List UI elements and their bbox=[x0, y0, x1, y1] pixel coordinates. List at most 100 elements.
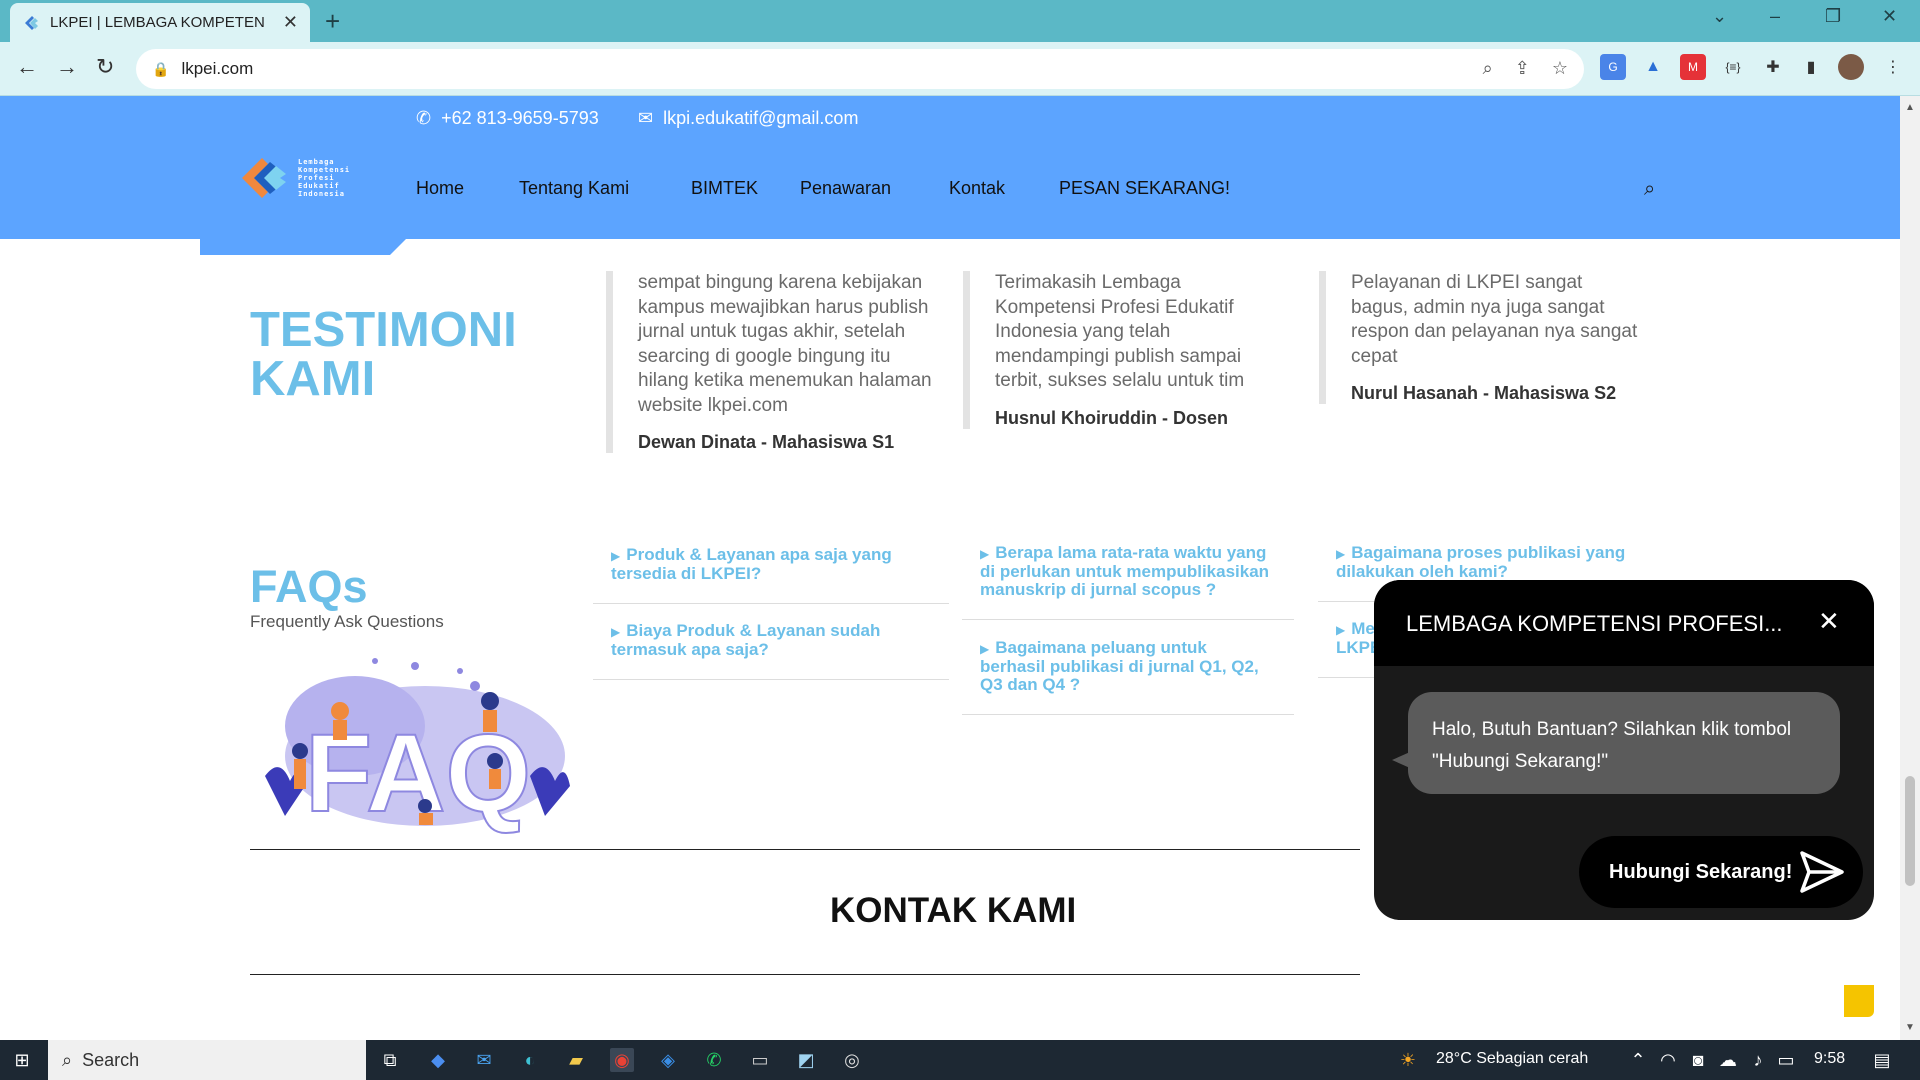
forward-arrow-icon[interactable]: → bbox=[56, 54, 78, 80]
chat-close-icon[interactable]: ✕ bbox=[1818, 606, 1840, 637]
share-icon[interactable]: ⇪ bbox=[1515, 58, 1530, 79]
faq-question[interactable]: ▶ Produk & Layanan apa saja yang tersedia… bbox=[593, 546, 949, 604]
profile-avatar[interactable] bbox=[1838, 54, 1864, 80]
scroll-up-icon[interactable]: ▲ bbox=[1905, 102, 1915, 113]
chat-accent-corner bbox=[1844, 985, 1874, 1017]
scroll-down-icon[interactable]: ▼ bbox=[1905, 1022, 1915, 1033]
whatsapp-icon[interactable]: ✆ bbox=[702, 1048, 726, 1072]
graduation-extension-icon[interactable]: ▲ bbox=[1640, 54, 1666, 80]
outlook-icon[interactable]: ◈ bbox=[656, 1048, 680, 1072]
faq-subtitle: Frequently Ask Questions bbox=[250, 612, 444, 631]
edge-icon[interactable]: ◐ bbox=[518, 1048, 542, 1072]
network-icon[interactable]: ◠ bbox=[1656, 1048, 1680, 1072]
tab-close-icon[interactable]: ✕ bbox=[283, 12, 298, 33]
json-extension-icon[interactable]: {≡} bbox=[1720, 54, 1746, 80]
email-contact[interactable]: ✉ lkpi.edukatif@gmail.com bbox=[638, 108, 858, 129]
hubungi-sekarang-button[interactable]: Hubungi Sekarang! bbox=[1579, 836, 1863, 908]
caret-right-icon: ▶ bbox=[1336, 623, 1346, 637]
browser-tab[interactable]: LKPEI | LEMBAGA KOMPETENSI P ✕ bbox=[10, 3, 310, 42]
nav-kontak[interactable]: Kontak bbox=[949, 178, 1005, 199]
reload-icon[interactable]: ↻ bbox=[96, 54, 114, 80]
search-icon: ⌕ bbox=[62, 1049, 73, 1070]
bookmark-star-icon[interactable]: ☆ bbox=[1552, 58, 1568, 79]
testimonial-card: Terimakasih Lembaga Kompetensi Profesi E… bbox=[963, 271, 1273, 429]
app-icon[interactable]: ◩ bbox=[794, 1048, 818, 1072]
faq-question[interactable]: ▶ Bagaimana peluang untuk berhasil publik… bbox=[962, 639, 1294, 715]
email-address: lkpi.edukatif@gmail.com bbox=[663, 108, 859, 128]
red-extension-icon[interactable]: M bbox=[1680, 54, 1706, 80]
restore-icon[interactable]: ❐ bbox=[1825, 6, 1841, 27]
nav-tentang-kami[interactable]: Tentang Kami bbox=[519, 178, 629, 199]
nav-penawaran[interactable]: Penawaran bbox=[800, 178, 891, 199]
faq-heading: FAQs bbox=[250, 561, 368, 612]
back-arrow-icon[interactable]: ← bbox=[16, 54, 38, 80]
browser-toolbar: ← → ↻ 🔒 lkpei.com ⌕ ⇪ ☆ G ▲ M {≡} ✚ ▮ ⋮ bbox=[0, 42, 1920, 96]
caret-right-icon: ▶ bbox=[980, 642, 990, 656]
terminal-icon[interactable]: ▭ bbox=[748, 1048, 772, 1072]
header-tab-tip bbox=[390, 239, 406, 255]
minimize-icon[interactable]: – bbox=[1770, 6, 1780, 27]
taskbar-search-label: Search bbox=[82, 1049, 140, 1070]
new-tab-button[interactable]: + bbox=[325, 6, 340, 37]
windows-taskbar: ⊞ ⌕ Search ⧉ ◆ ✉ ◐ ▰ ◉ ◈ ✆ ▭ ◩ ◎ ☀ 28°C … bbox=[0, 1040, 1920, 1080]
testimonial-author: Husnul Khoiruddin - Dosen bbox=[995, 407, 1228, 428]
faq-illustration: FAQ bbox=[265, 658, 570, 836]
tab-search-chevron-icon[interactable]: ⌄ bbox=[1712, 6, 1727, 27]
notification-icon[interactable]: ▤ bbox=[1870, 1048, 1894, 1072]
weather-text[interactable]: 28°C Sebagian cerah bbox=[1436, 1050, 1588, 1068]
testimonial-card: Pelayanan di LKPEI sangat bagus, admin n… bbox=[1319, 271, 1644, 404]
clock-time[interactable]: 9:58 bbox=[1814, 1050, 1845, 1068]
logo-text: Lembaga Kompetensi Profesi Edukatif Indo… bbox=[298, 158, 351, 198]
phone-number: +62 813-9659-5793 bbox=[441, 108, 599, 128]
testimonial-author: Dewan Dinata - Mahasiswa S1 bbox=[638, 432, 895, 452]
side-panel-icon[interactable]: ▮ bbox=[1798, 54, 1824, 80]
file-explorer-icon[interactable]: ▰ bbox=[564, 1048, 588, 1072]
weather-icon[interactable]: ☀ bbox=[1396, 1048, 1420, 1072]
url-text: lkpei.com bbox=[181, 59, 254, 78]
faq-question[interactable]: ▶ Biaya Produk & Layanan sudah termasuk a… bbox=[593, 622, 949, 680]
chrome-icon[interactable]: ◉ bbox=[610, 1048, 634, 1072]
testimonial-card: sempat bingung karena kebijakan kampus m… bbox=[606, 271, 936, 453]
chat-title: LEMBAGA KOMPETENSI PROFESI... bbox=[1406, 611, 1783, 636]
address-bar[interactable]: 🔒 lkpei.com ⌕ ⇪ ☆ bbox=[136, 49, 1584, 89]
window-close-icon[interactable]: ✕ bbox=[1882, 6, 1897, 27]
volume-icon[interactable]: ♪ bbox=[1746, 1048, 1770, 1072]
scroll-thumb[interactable] bbox=[1905, 776, 1915, 886]
send-icon bbox=[1800, 851, 1844, 893]
translate-extension-icon[interactable]: G bbox=[1600, 54, 1626, 80]
chat-message-bubble: Halo, Butuh Bantuan? Silahkan klik tombo… bbox=[1408, 692, 1840, 794]
battery-icon[interactable]: ▭ bbox=[1774, 1048, 1798, 1072]
dropbox-icon[interactable]: ◆ bbox=[426, 1048, 450, 1072]
nav-home[interactable]: Home bbox=[416, 178, 464, 199]
task-view-icon[interactable]: ⧉ bbox=[378, 1048, 402, 1072]
extensions-puzzle-icon[interactable]: ✚ bbox=[1760, 54, 1786, 80]
tab-title: LKPEI | LEMBAGA KOMPETENSI P bbox=[50, 14, 265, 31]
site-favicon-icon bbox=[25, 15, 38, 30]
nav-pesan-sekarang[interactable]: PESAN SEKARANG! bbox=[1059, 178, 1230, 199]
chat-widget: LEMBAGA KOMPETENSI PROFESI... ✕ Halo, Bu… bbox=[1374, 580, 1874, 920]
menu-kebab-icon[interactable]: ⋮ bbox=[1880, 54, 1906, 80]
chat-button-label: Hubungi Sekarang! bbox=[1609, 860, 1793, 883]
page-scrollbar[interactable]: ▲ ▼ bbox=[1900, 96, 1920, 1040]
phone-icon: ✆ bbox=[416, 108, 432, 128]
taskbar-search[interactable]: ⌕ Search bbox=[48, 1040, 366, 1080]
site-search-icon[interactable]: ⌕ bbox=[1644, 178, 1655, 201]
caret-right-icon: ▶ bbox=[980, 547, 990, 561]
testimonial-text: sempat bingung karena kebijakan kampus m… bbox=[638, 272, 932, 416]
testimonial-text: Pelayanan di LKPEI sangat bagus, admin n… bbox=[1351, 272, 1638, 367]
meet-icon[interactable]: ◙ bbox=[1686, 1048, 1710, 1072]
site-header: ✆ +62 813-9659-5793 ✉ lkpi.edukatif@gmai… bbox=[0, 96, 1900, 239]
faq-question[interactable]: ▶ Berapa lama rata-rata waktu yang di per… bbox=[962, 544, 1294, 620]
app-icon[interactable]: ◎ bbox=[840, 1048, 864, 1072]
phone-contact[interactable]: ✆ +62 813-9659-5793 bbox=[416, 108, 599, 129]
tray-chevron-icon[interactable]: ⌃ bbox=[1626, 1048, 1650, 1072]
site-logo[interactable]: Lembaga Kompetensi Profesi Edukatif Indo… bbox=[236, 148, 356, 208]
nav-bimtek[interactable]: BIMTEK bbox=[691, 178, 758, 199]
onedrive-icon[interactable]: ☁ bbox=[1716, 1048, 1740, 1072]
zoom-search-icon[interactable]: ⌕ bbox=[1483, 58, 1493, 79]
header-tab-decoration bbox=[200, 239, 390, 255]
kontak-heading: KONTAK KAMI bbox=[830, 891, 1077, 930]
testimonial-author: Nurul Hasanah - Mahasiswa S2 bbox=[1351, 383, 1617, 403]
mail-icon[interactable]: ✉ bbox=[472, 1048, 496, 1072]
windows-start-icon[interactable]: ⊞ bbox=[10, 1048, 34, 1072]
